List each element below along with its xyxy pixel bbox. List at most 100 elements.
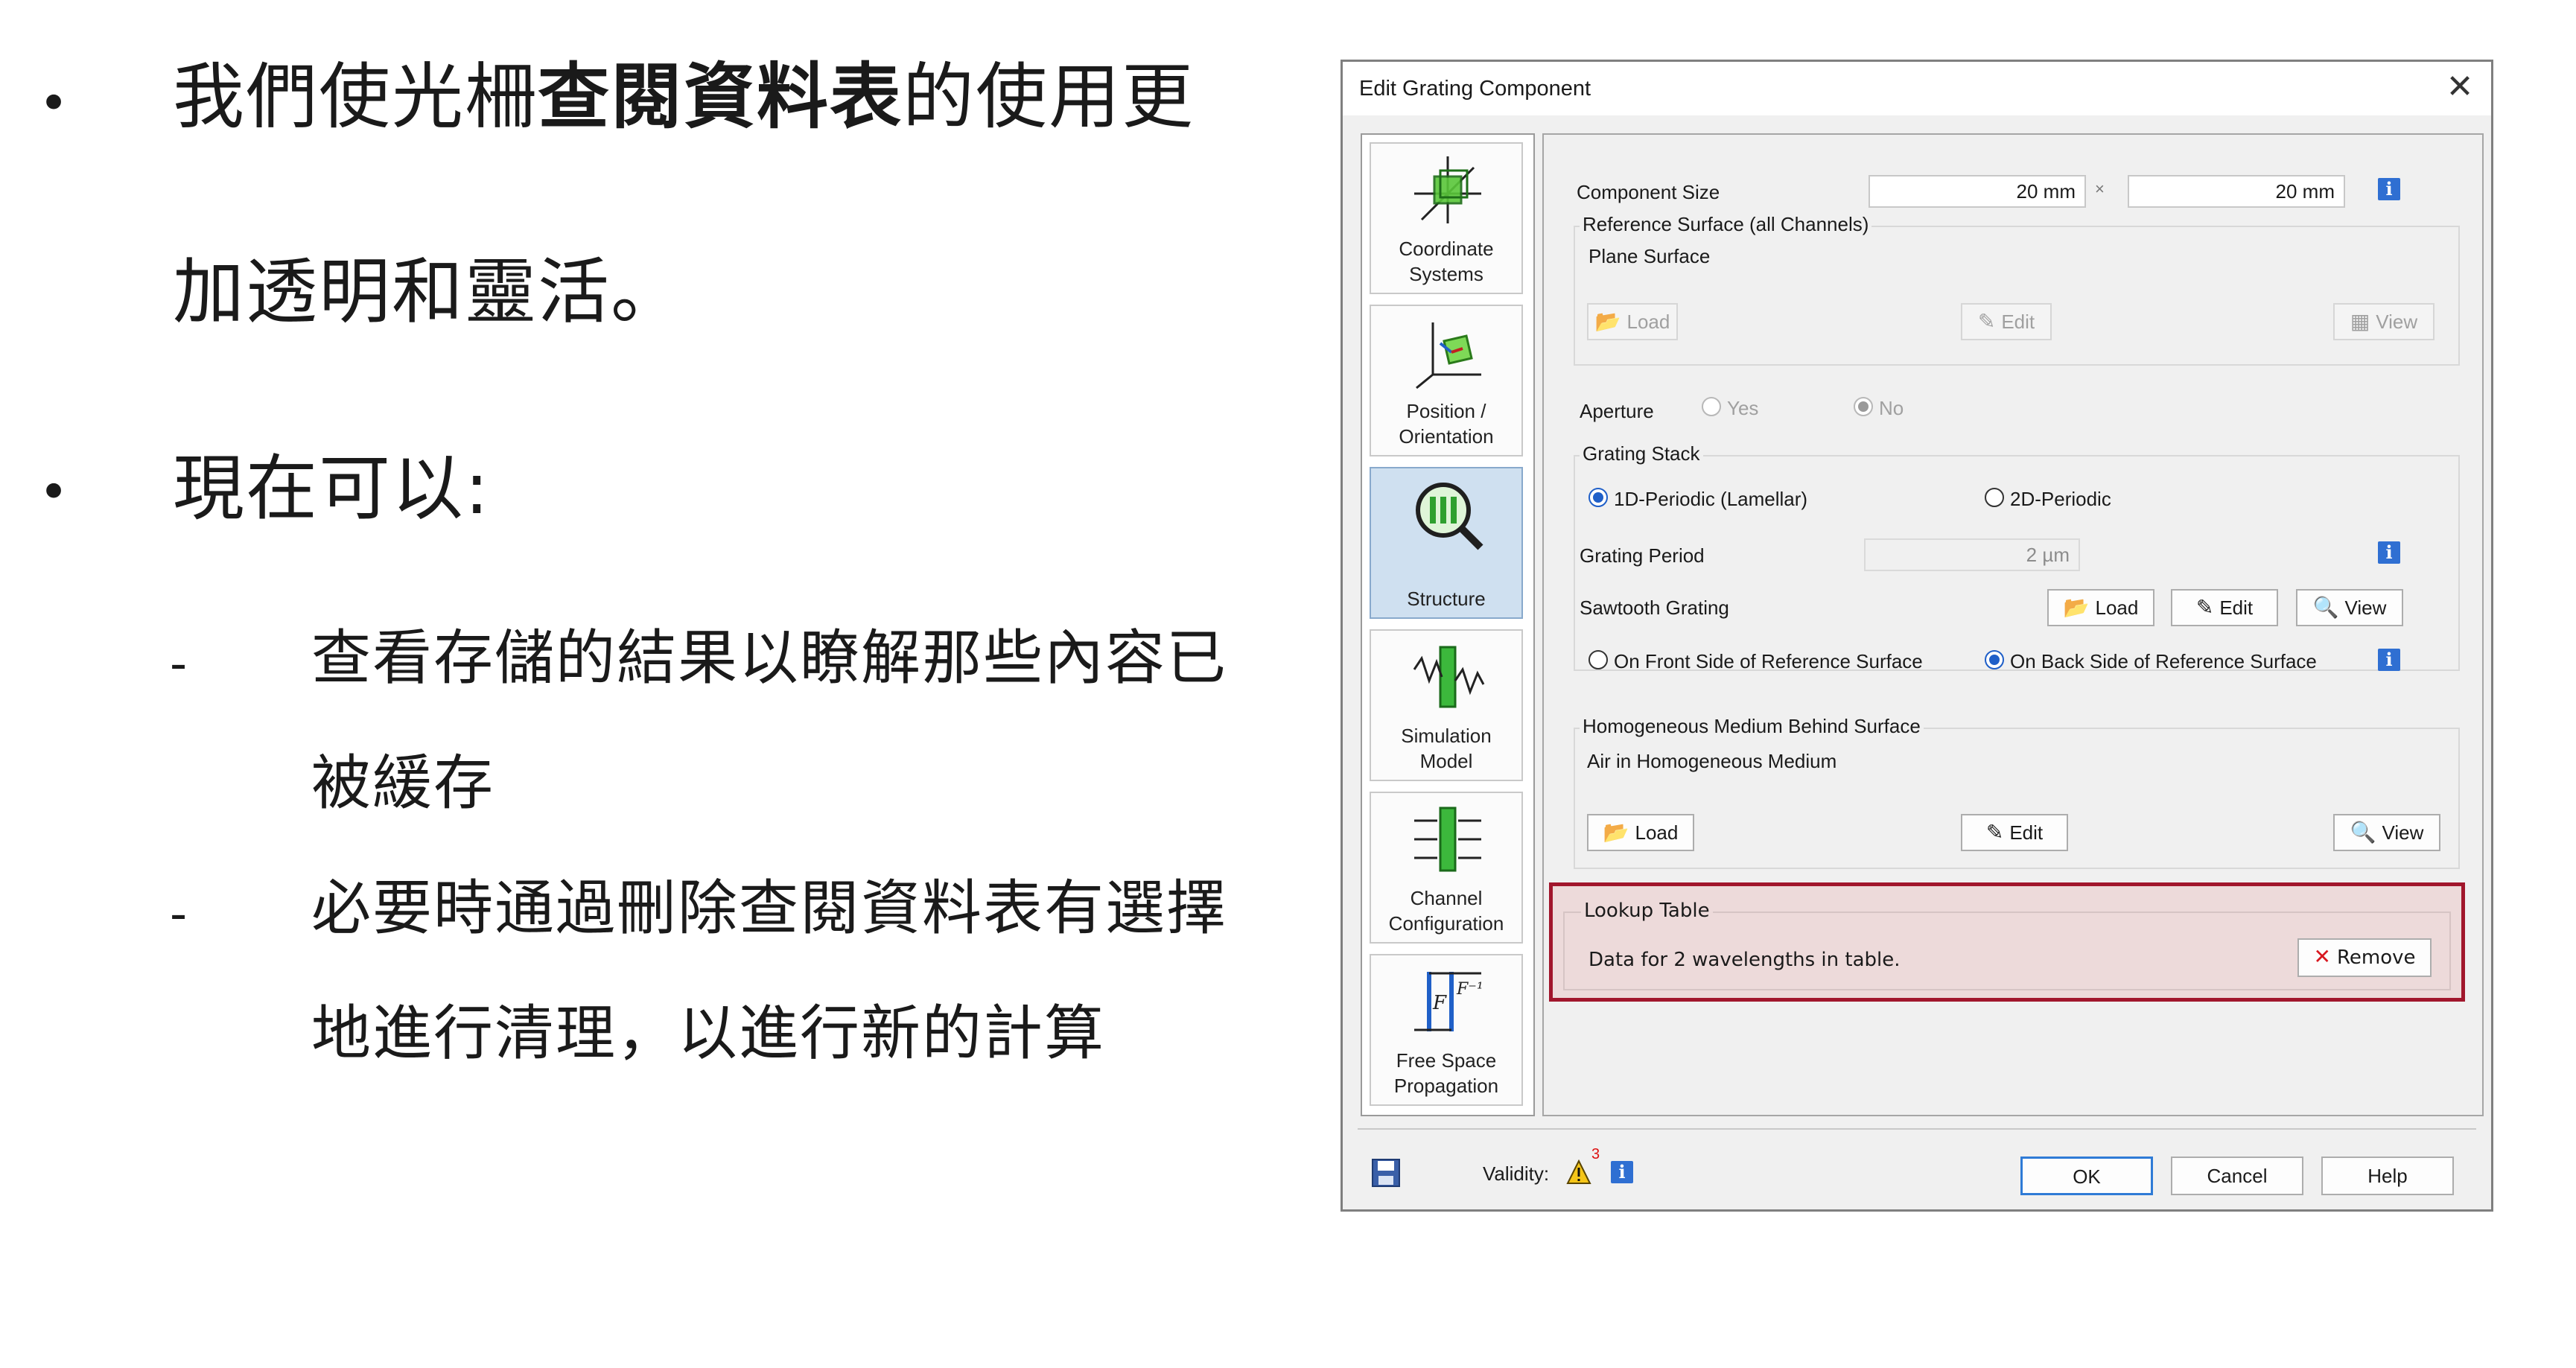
aperture-no-label: No xyxy=(1879,397,1904,419)
simulation-model-icon xyxy=(1413,646,1485,708)
bullet1-line1: 我們使光柵查閱資料表的使用更 xyxy=(173,55,1195,139)
medium-load-label: Load xyxy=(1635,821,1679,844)
grating-stack-title: Grating Stack xyxy=(1580,442,1703,465)
aperture-no-radio[interactable] xyxy=(1854,397,1873,416)
back-side-radio[interactable] xyxy=(1985,650,2004,669)
bullet1-text-bold: 查閱資料表 xyxy=(538,55,903,139)
reference-edit-label: Edit xyxy=(2001,311,2035,333)
bullet-marker: • xyxy=(39,463,69,522)
aperture-yes-radio[interactable] xyxy=(1702,397,1721,416)
nav-item-label: Position / Orientation xyxy=(1399,400,1494,448)
bullet1-text-a: 我們使光柵 xyxy=(173,55,538,139)
dialog-title: Edit Grating Component xyxy=(1359,77,1591,101)
reference-surface-value: Plane Surface xyxy=(1588,245,1711,267)
component-height-input[interactable]: 20 mm xyxy=(2128,175,2345,208)
remove-label: Remove xyxy=(2336,947,2416,969)
info-icon[interactable]: i xyxy=(2378,649,2400,671)
lookup-table-title: Lookup Table xyxy=(1581,900,1713,922)
nav-item-free-space-propagation[interactable]: F F⁻¹ Free Space Propagation xyxy=(1370,954,1523,1106)
lookup-table-value: Data for 2 wavelengths in table. xyxy=(1588,949,1901,971)
two-d-periodic-radio[interactable] xyxy=(1985,488,2004,507)
info-icon[interactable]: i xyxy=(2378,178,2400,200)
footer-separator xyxy=(1358,1128,2476,1130)
medium-edit-label: Edit xyxy=(2009,821,2044,844)
free-space-propagation-icon: F F⁻¹ xyxy=(1414,972,1483,1031)
reference-load-button[interactable]: 📂 Load xyxy=(1587,303,1678,340)
title-bar: Edit Grating Component ✕ xyxy=(1343,62,2491,115)
bullet2-text: 現在可以: xyxy=(173,447,491,530)
front-side-radio[interactable] xyxy=(1588,650,1608,669)
info-icon[interactable]: i xyxy=(2378,541,2400,564)
sawtooth-grating-label: Sawtooth Grating xyxy=(1580,596,1729,619)
nav-item-position-orientation[interactable]: Position / Orientation xyxy=(1370,305,1523,456)
size-separator: × xyxy=(2095,179,2105,198)
folder-icon: 📂 xyxy=(1594,310,1621,333)
component-size-label: Component Size xyxy=(1577,181,1720,203)
channel-configuration-icon xyxy=(1414,807,1481,872)
aperture-label: Aperture xyxy=(1580,400,1654,422)
nav-item-label: Free Space Propagation xyxy=(1393,1049,1499,1097)
magnifier-icon: 🔍 xyxy=(2312,596,2339,619)
reference-view-label: View xyxy=(2376,311,2418,333)
position-orientation-icon xyxy=(1416,322,1481,389)
sawtooth-view-label: View xyxy=(2344,596,2387,619)
validity-label: Validity: xyxy=(1483,1162,1550,1185)
medium-edit-button[interactable]: ✎ Edit xyxy=(1961,814,2068,851)
back-side-label: On Back Side of Reference Surface xyxy=(2010,650,2317,672)
warning-icon[interactable] xyxy=(1566,1159,1591,1185)
help-button[interactable]: Help xyxy=(2321,1157,2454,1195)
medium-view-label: View xyxy=(2382,821,2424,844)
svg-text:F⁻¹: F⁻¹ xyxy=(1456,980,1483,999)
coordinate-systems-icon xyxy=(1414,156,1481,223)
bullet1-line2: 加透明和靈活。 xyxy=(173,250,684,334)
bullet1-text-b: 的使用更 xyxy=(903,55,1195,139)
dash-marker: - xyxy=(170,887,188,942)
medium-view-button[interactable]: 🔍 View xyxy=(2333,814,2440,851)
pencil-icon: ✎ xyxy=(1985,821,2004,844)
front-side-label: On Front Side of Reference Surface xyxy=(1614,650,1923,672)
lookup-table-group: Lookup Table Data for 2 wavelengths in t… xyxy=(1549,882,2465,1002)
sub2-line2: 地進行清理，以進行新的計算 xyxy=(311,999,1105,1068)
sub2-line1: 必要時通過刪除查閱資料表有選擇 xyxy=(311,874,1227,943)
reference-view-button[interactable]: ▦ View xyxy=(2333,303,2435,340)
grating-period-label: Grating Period xyxy=(1580,544,1705,567)
nav-item-coordinate-systems[interactable]: Coordinate Systems xyxy=(1370,142,1523,294)
nav-item-simulation-model[interactable]: Simulation Model xyxy=(1370,629,1523,781)
cancel-button[interactable]: Cancel xyxy=(2171,1157,2303,1195)
remove-button[interactable]: ✕ Remove xyxy=(2297,938,2432,977)
pencil-icon: ✎ xyxy=(2195,596,2214,619)
one-d-periodic-radio[interactable] xyxy=(1588,488,1608,507)
sawtooth-view-button[interactable]: 🔍 View xyxy=(2296,589,2403,626)
sawtooth-load-label: Load xyxy=(2095,596,2139,619)
nav-item-label: Coordinate Systems xyxy=(1399,238,1494,285)
medium-load-button[interactable]: 📂 Load xyxy=(1587,814,1694,851)
folder-icon: 📂 xyxy=(1603,821,1629,844)
close-button[interactable]: ✕ xyxy=(2440,66,2479,108)
component-width-input[interactable]: 20 mm xyxy=(1869,175,2086,208)
homogeneous-medium-value: Air in Homogeneous Medium xyxy=(1587,750,1837,772)
reference-surface-title: Reference Surface (all Channels) xyxy=(1580,213,1872,236)
two-d-periodic-label: 2D-Periodic xyxy=(2010,488,2111,510)
nav-item-label: Simulation Model xyxy=(1401,725,1492,772)
reference-edit-button[interactable]: ✎ Edit xyxy=(1961,303,2052,340)
homogeneous-medium-title: Homogeneous Medium Behind Surface xyxy=(1580,715,1924,738)
reference-load-label: Load xyxy=(1626,311,1670,333)
category-nav: Coordinate Systems Position / Orientatio… xyxy=(1361,133,1535,1116)
ok-button[interactable]: OK xyxy=(2020,1157,2153,1195)
nav-item-channel-configuration[interactable]: Channel Configuration xyxy=(1370,792,1523,944)
sawtooth-load-button[interactable]: 📂 Load xyxy=(2047,589,2154,626)
sub1-line2: 被緩存 xyxy=(311,748,494,818)
info-icon[interactable]: i xyxy=(1611,1161,1633,1183)
pencil-icon: ✎ xyxy=(1977,310,1996,333)
grating-period-input[interactable]: 2 µm xyxy=(1864,538,2080,571)
nav-item-label: Structure xyxy=(1407,588,1486,610)
warning-count: 3 xyxy=(1591,1146,1600,1162)
edit-grating-dialog: Edit Grating Component ✕ Coordinate Syst… xyxy=(1341,60,2493,1212)
save-icon[interactable] xyxy=(1371,1158,1401,1188)
nav-item-structure[interactable]: Structure xyxy=(1370,467,1523,619)
nav-item-label: Channel Configuration xyxy=(1388,887,1504,935)
bullet-marker: • xyxy=(39,74,69,133)
sawtooth-edit-button[interactable]: ✎ Edit xyxy=(2171,589,2278,626)
folder-icon: 📂 xyxy=(2063,596,2090,619)
sawtooth-edit-label: Edit xyxy=(2219,596,2254,619)
